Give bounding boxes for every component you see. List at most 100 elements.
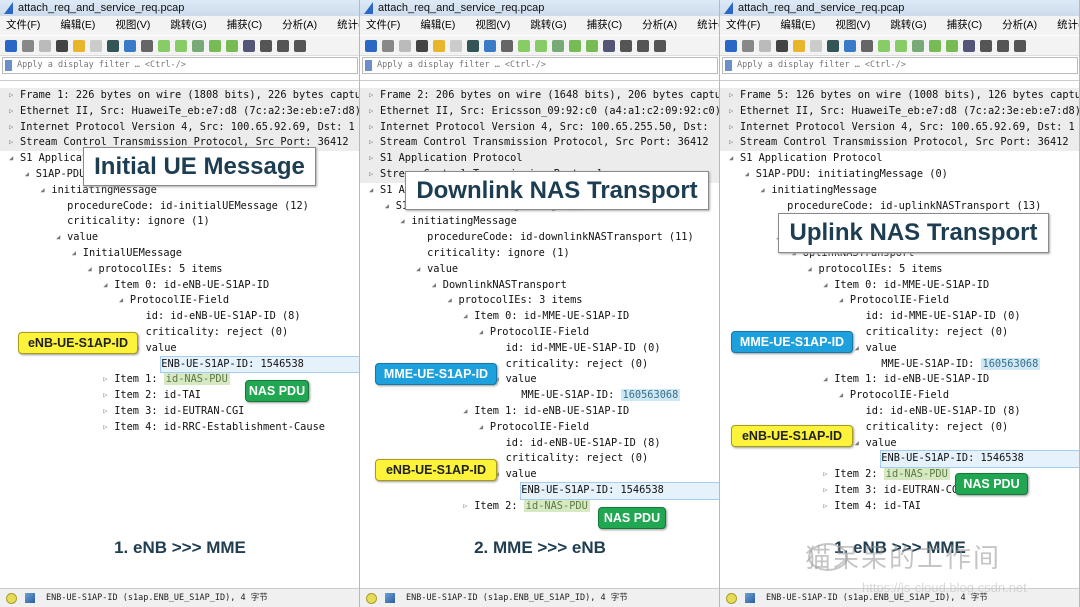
- tree-row[interactable]: ENB-UE-S1AP-ID: 1546538: [0, 355, 359, 374]
- tree-row[interactable]: ▷ Internet Protocol Version 4, Src: 100.6…: [360, 119, 719, 136]
- toolbar-button-icon[interactable]: [73, 39, 85, 52]
- expanded-triangle-icon[interactable]: ◢: [448, 293, 452, 309]
- menu-item[interactable]: 统计(S): [337, 19, 359, 31]
- expanded-triangle-icon[interactable]: ◢: [745, 167, 749, 183]
- menu-item[interactable]: 视图(V): [115, 19, 150, 31]
- toolbar-button-icon[interactable]: [260, 39, 272, 52]
- collapsed-triangle-icon[interactable]: ▷: [369, 151, 373, 167]
- expert-info-icon[interactable]: [366, 593, 377, 604]
- collapsed-triangle-icon[interactable]: ▷: [369, 88, 373, 104]
- menu-item[interactable]: 跳转(G): [890, 19, 926, 31]
- tree-row[interactable]: ▷ Stream Control Transmission Protocol, S…: [360, 135, 719, 152]
- menu-item[interactable]: 统计(S): [1057, 19, 1079, 31]
- bookmark-icon[interactable]: [5, 60, 12, 71]
- expanded-triangle-icon[interactable]: ◢: [808, 262, 812, 278]
- edit-comment-icon[interactable]: [745, 593, 755, 603]
- expanded-triangle-icon[interactable]: ◢: [369, 183, 373, 199]
- toolbar-button-icon[interactable]: [827, 39, 839, 52]
- tree-row[interactable]: id: id-MME-UE-S1AP-ID (0): [720, 309, 1079, 325]
- toolbar-button-icon[interactable]: [175, 39, 187, 52]
- display-filter-input[interactable]: Apply a display filter … <Ctrl-/>: [362, 57, 718, 74]
- toolbar-button-icon[interactable]: [107, 39, 119, 52]
- toolbar-button-icon[interactable]: [654, 39, 666, 52]
- menu-item[interactable]: 文件(F): [366, 19, 400, 31]
- menu-item[interactable]: 编辑(E): [780, 19, 815, 31]
- toolbar-button-icon[interactable]: [637, 39, 649, 52]
- tree-row[interactable]: ▷ Internet Protocol Version 4, Src: 100.6…: [720, 119, 1079, 136]
- collapsed-triangle-icon[interactable]: ▷: [729, 88, 733, 104]
- menu-item[interactable]: 跳转(G): [170, 19, 206, 31]
- toolbar-button-icon[interactable]: [124, 39, 136, 52]
- toolbar-button-icon[interactable]: [226, 39, 238, 52]
- menu-item[interactable]: 捕获(C): [947, 19, 983, 31]
- toolbar-button-icon[interactable]: [243, 39, 255, 52]
- tree-row[interactable]: id: id-eNB-UE-S1AP-ID (8): [360, 436, 719, 452]
- expanded-triangle-icon[interactable]: ◢: [463, 309, 467, 325]
- collapsed-triangle-icon[interactable]: ▷: [823, 483, 827, 499]
- tree-row[interactable]: id: id-eNB-UE-S1AP-ID (8): [720, 404, 1079, 420]
- menu-item[interactable]: 视图(V): [835, 19, 870, 31]
- expert-info-icon[interactable]: [726, 593, 737, 604]
- toolbar-button-icon[interactable]: [450, 39, 462, 52]
- tree-row[interactable]: ◢ Item 0: id-MME-UE-S1AP-ID: [720, 278, 1079, 294]
- tree-row[interactable]: ▷ Stream Control Transmission Protocol, S…: [720, 135, 1079, 152]
- tree-row[interactable]: ENB-UE-S1AP-ID: 1546538: [360, 482, 719, 500]
- toolbar-button-icon[interactable]: [742, 39, 754, 52]
- expanded-triangle-icon[interactable]: ◢: [385, 199, 389, 215]
- tree-row[interactable]: id: id-eNB-UE-S1AP-ID (8): [0, 309, 359, 325]
- expanded-triangle-icon[interactable]: ◢: [479, 325, 483, 341]
- toolbar-button-icon[interactable]: [433, 39, 445, 52]
- collapsed-triangle-icon[interactable]: ▷: [103, 372, 107, 388]
- tree-row[interactable]: ▷ Item 4: id-RRC-Establishment-Cause: [0, 420, 359, 436]
- tree-row[interactable]: ◢ initiatingMessage: [720, 183, 1079, 199]
- toolbar-button-icon[interactable]: [294, 39, 306, 52]
- toolbar-button-icon[interactable]: [192, 39, 204, 52]
- toolbar-button-icon[interactable]: [56, 39, 68, 52]
- tree-row[interactable]: ◢ Item 0: id-MME-UE-S1AP-ID: [360, 309, 719, 325]
- menu-item[interactable]: 分析(A): [282, 19, 317, 31]
- display-filter-input[interactable]: Apply a display filter … <Ctrl-/>: [722, 57, 1078, 74]
- collapsed-triangle-icon[interactable]: ▷: [463, 499, 467, 515]
- tree-row[interactable]: procedureCode: id-initialUEMessage (12): [0, 199, 359, 215]
- toolbar-button-icon[interactable]: [382, 39, 394, 52]
- tree-row[interactable]: ◢ S1 Application Protocol: [720, 151, 1079, 167]
- tree-row[interactable]: MME-UE-S1AP-ID: 160563068: [720, 357, 1079, 373]
- collapsed-triangle-icon[interactable]: ▷: [729, 135, 733, 151]
- tree-row[interactable]: criticality: ignore (1): [0, 214, 359, 230]
- tree-row[interactable]: ◢ value: [0, 230, 359, 246]
- edit-comment-icon[interactable]: [25, 593, 35, 603]
- tree-row[interactable]: ▷ Ethernet II, Src: HuaweiTe_eb:e7:d8 (7c…: [0, 103, 359, 120]
- toolbar-button-icon[interactable]: [586, 39, 598, 52]
- toolbar-button-icon[interactable]: [878, 39, 890, 52]
- menu-item[interactable]: 编辑(E): [420, 19, 455, 31]
- tree-row[interactable]: ◢ Item 1: id-eNB-UE-S1AP-ID: [720, 372, 1079, 388]
- toolbar-button-icon[interactable]: [569, 39, 581, 52]
- expanded-triangle-icon[interactable]: ◢: [479, 420, 483, 436]
- expanded-triangle-icon[interactable]: ◢: [839, 388, 843, 404]
- expanded-triangle-icon[interactable]: ◢: [72, 246, 76, 262]
- toolbar-button-icon[interactable]: [399, 39, 411, 52]
- expanded-triangle-icon[interactable]: ◢: [823, 372, 827, 388]
- collapsed-triangle-icon[interactable]: ▷: [729, 104, 733, 120]
- toolbar-button-icon[interactable]: [725, 39, 737, 52]
- tree-row[interactable]: ▷ Frame 2: 206 bytes on wire (1648 bits),…: [360, 88, 719, 104]
- tree-row[interactable]: ▷ Item 4: id-TAI: [720, 499, 1079, 515]
- collapsed-triangle-icon[interactable]: ▷: [729, 120, 733, 136]
- toolbar-button-icon[interactable]: [141, 39, 153, 52]
- toolbar-button-icon[interactable]: [861, 39, 873, 52]
- toolbar-button-icon[interactable]: [535, 39, 547, 52]
- expert-info-icon[interactable]: [6, 593, 17, 604]
- tree-row[interactable]: ▷ S1 Application Protocol: [360, 151, 719, 167]
- menu-item[interactable]: 跳转(G): [530, 19, 566, 31]
- toolbar-button-icon[interactable]: [209, 39, 221, 52]
- toolbar-button-icon[interactable]: [365, 39, 377, 52]
- menu-item[interactable]: 捕获(C): [587, 19, 623, 31]
- expanded-triangle-icon[interactable]: ◢: [56, 230, 60, 246]
- expanded-triangle-icon[interactable]: ◢: [103, 278, 107, 294]
- tree-row[interactable]: ◢ Item 1: id-eNB-UE-S1AP-ID: [360, 404, 719, 420]
- tree-row[interactable]: ◢ ProtocolIE-Field: [720, 293, 1079, 309]
- toolbar-button-icon[interactable]: [1014, 39, 1026, 52]
- collapsed-triangle-icon[interactable]: ▷: [103, 388, 107, 404]
- tree-row[interactable]: ◢ Item 0: id-eNB-UE-S1AP-ID: [0, 278, 359, 294]
- collapsed-triangle-icon[interactable]: ▷: [369, 167, 373, 183]
